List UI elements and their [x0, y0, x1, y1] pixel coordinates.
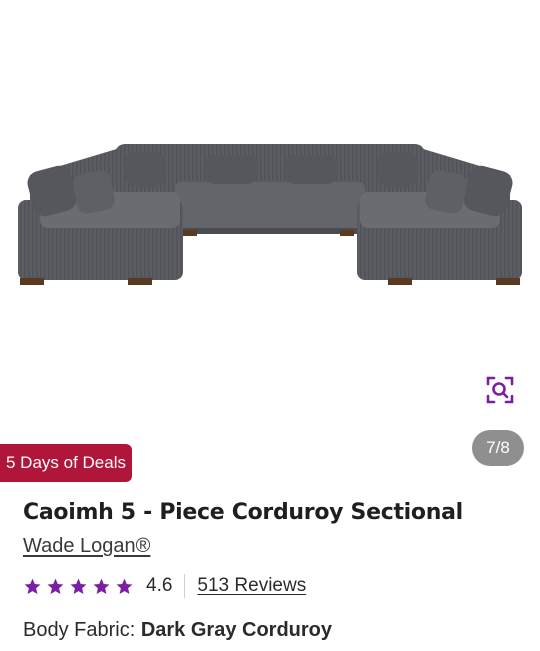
gallery-pager: 7/8 [472, 430, 524, 466]
zoom-search-icon[interactable] [484, 374, 516, 406]
star-icon [93, 578, 110, 594]
product-title: Caoimh 5 - Piece Corduroy Sectional [23, 500, 463, 525]
option-label: Body Fabric: [23, 619, 136, 641]
star-icon [24, 578, 41, 594]
star-icon [70, 578, 87, 594]
rating-value: 4.6 [146, 575, 173, 596]
sectional-sofa-image [18, 144, 522, 285]
option-value: Dark Gray Corduroy [140, 619, 332, 641]
reviews-link[interactable]: 513 Reviews [197, 575, 306, 597]
star-icon [47, 578, 64, 594]
brand-link[interactable]: Wade Logan® [23, 535, 150, 558]
option-row: Body Fabric: Dark Gray Corduroy [23, 619, 332, 642]
divider [184, 574, 186, 598]
product-image-gallery[interactable]: 7/8 [0, 0, 540, 466]
deal-badge: 5 Days of Deals [0, 444, 132, 482]
star-icon [116, 578, 133, 594]
star-rating [23, 577, 134, 596]
rating-row: 4.6 513 Reviews [23, 572, 306, 600]
